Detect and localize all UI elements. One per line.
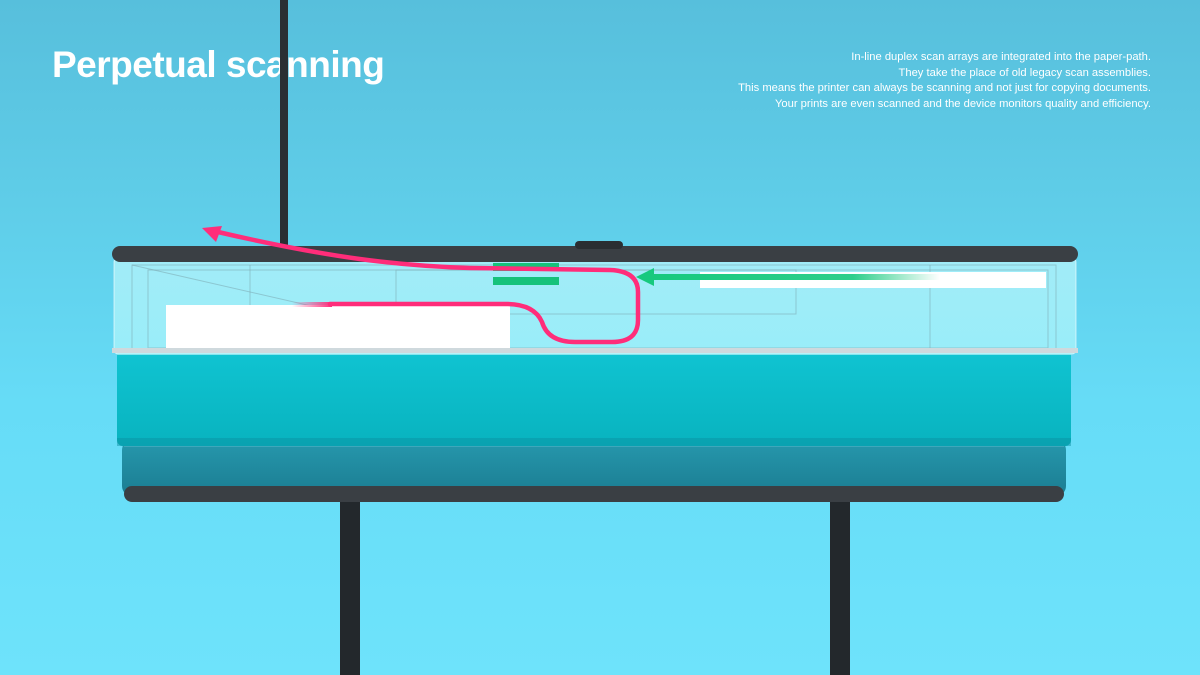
cover-handle [575, 241, 623, 249]
printer-illustration [112, 0, 1078, 675]
base-frame [124, 486, 1064, 502]
right-leg [830, 500, 850, 675]
ceiling-rod [280, 0, 288, 248]
scan-array [493, 277, 559, 285]
paper-sheet-output [166, 305, 510, 350]
left-leg [340, 500, 360, 675]
upper-paper-tray [117, 350, 1071, 446]
